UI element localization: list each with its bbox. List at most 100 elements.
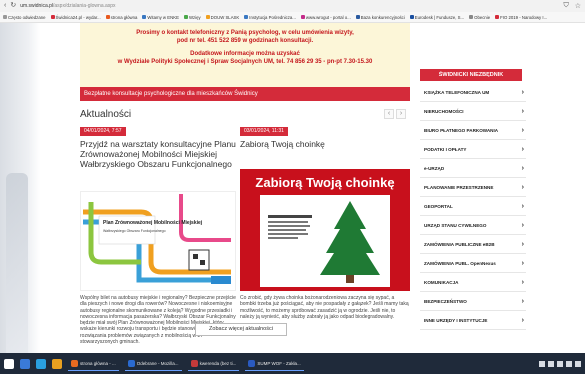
article-title[interactable]: Przyjdź na warsztaty konsultacyjne Planu…: [80, 139, 236, 169]
bookmark-label: Obecnie: [474, 14, 491, 20]
sidebar-item[interactable]: KSIĄŻKA TELEFONICZNA UM ›: [420, 83, 526, 102]
chevron-right-icon: ›: [521, 88, 524, 96]
sidebar-item-label: BEZPIECZEŃSTWO: [424, 298, 467, 304]
more-news-button[interactable]: Zobacz więcej aktualności: [195, 323, 287, 336]
page: Prosimy o kontakt telefoniczny z Panią p…: [0, 23, 585, 353]
sidebar-item-label: NIERUCHOMOŚCI: [424, 108, 464, 114]
tray-icon[interactable]: [539, 360, 545, 367]
bookmark-item[interactable]: Obecnie: [469, 15, 490, 20]
article-image[interactable]: Plan Zrównoważonej Mobilności Miejskiej …: [80, 191, 236, 291]
bookmark-item[interactable]: Witamy w ENKE: [142, 15, 179, 20]
taskbar-app-label: Odebrane - Mozilla...: [136, 360, 179, 366]
tray-icon[interactable]: [548, 360, 554, 367]
article-body: Co zrobić, gdy żywa choinka bożonarodzen…: [240, 295, 409, 320]
bookmark-item[interactable]: Wzięy: [183, 14, 201, 20]
bookmark-label: FIO 2019 - Narodowy I...: [500, 14, 548, 20]
app-icon: [190, 359, 198, 367]
bookmark-label: Świdnica24.pl - wydar...: [55, 14, 101, 20]
back-icon[interactable]: ‹: [4, 0, 6, 12]
chevron-right-icon: ›: [521, 259, 524, 267]
tray-icon[interactable]: [566, 360, 572, 367]
bookmark-item[interactable]: Instytucja Pośrednicza...: [244, 15, 296, 20]
chevron-right-icon: ›: [521, 202, 524, 210]
chevron-right-icon: ›: [521, 126, 524, 134]
bookmark-icon: [205, 15, 210, 19]
bookmark-label: Eurodesk | Fundusze, S...: [414, 14, 465, 20]
sidebar-item-label: KOMUNIKACJA: [424, 279, 459, 285]
sidebar-item[interactable]: INNE URZĘDY I INSTYTUCJE ›: [420, 311, 526, 330]
star-icon[interactable]: ☆: [575, 2, 581, 10]
bookmark-icon: [495, 15, 500, 19]
bookmark-item[interactable]: FIO 2019 - Narodowy I...: [495, 15, 547, 20]
explorer-icon[interactable]: [20, 358, 30, 369]
consultation-banner[interactable]: Bezpłatne konsultacje psychologiczne dla…: [80, 87, 410, 101]
article-title[interactable]: Zabiorą Twoją choinkę: [240, 139, 410, 149]
taskbar-app-label: SUMP WOF - Zakła...: [257, 360, 301, 366]
chevron-right-icon: ›: [521, 145, 524, 153]
sidebar-item[interactable]: ZAMÓWIENIA PUBL. OpenNexus ›: [420, 254, 526, 273]
bookmark-label: strona główna: [110, 14, 138, 20]
bookmark-item[interactable]: DOUW SLASK: [205, 14, 240, 20]
sidebar-list: KSIĄŻKA TELEFONICZNA UM › NIERUCHOMOŚCI › BI…: [420, 83, 526, 330]
app-icon: [127, 359, 135, 367]
bookmark-label: Wzięy: [188, 14, 201, 20]
tray-icon[interactable]: [557, 360, 563, 367]
sidebar-item-label: PLANOWANIE PRZESTRZENNE: [424, 184, 494, 190]
sidebar-item[interactable]: KOMUNIKACJA ›: [420, 273, 526, 292]
sidebar-item[interactable]: NIERUCHOMOŚCI ›: [420, 102, 526, 121]
start-icon[interactable]: [4, 358, 14, 369]
bookmark-item[interactable]: Często odwiedzane: [3, 15, 46, 20]
bookmark-label: Często odwiedzane: [8, 14, 46, 20]
taskbar-app[interactable]: SUMP WOF - Zakła...: [245, 356, 304, 371]
image-subtitle: Wałbrzyskiego Obszaru Funkcjonalnego: [103, 229, 166, 233]
shield-icon[interactable]: ⛉: [563, 2, 568, 10]
taskbar-app[interactable]: strona główna - ...: [68, 356, 119, 371]
bookmark-label: Baza konkurencyjności: [360, 14, 405, 20]
bookmark-icon: [142, 15, 147, 19]
url-field[interactable]: um.swidnica.pl/aspx/dzialania-glowna.asp…: [20, 3, 559, 9]
bookmark-label: www.wrogut - portal o...: [305, 14, 351, 20]
sidebar-item[interactable]: PLANOWANIE PRZESTRZENNE ›: [420, 178, 526, 197]
sidebar-item[interactable]: BEZPIECZEŃSTWO ›: [420, 292, 526, 311]
bookmark-icon: [469, 15, 474, 19]
prev-button[interactable]: ‹: [384, 109, 394, 119]
folder-icon[interactable]: [52, 358, 62, 369]
sidebar-item[interactable]: URZĄD STANU CYWILNEGO ›: [420, 216, 526, 235]
christmas-tree-graphic: Zabiorą Twoją choinkę: [240, 169, 410, 291]
bookmark-item[interactable]: strona główna: [105, 14, 138, 20]
chevron-right-icon: ›: [521, 297, 524, 305]
notice-box: Prosimy o kontakt telefoniczny z Panią p…: [80, 23, 410, 87]
chevron-right-icon: ›: [521, 278, 524, 286]
url-host: um.swidnica.pl: [20, 3, 54, 9]
browser-icon[interactable]: [36, 358, 46, 369]
bookmark-item[interactable]: Baza konkurencyjności: [355, 14, 405, 20]
bookmark-label: DOUW SLASK: [210, 14, 240, 20]
sidebar-item[interactable]: PODATKI I OPŁATY ›: [420, 140, 526, 159]
sidebar-item[interactable]: BIURO PŁATNEGO PARKOWANIA ›: [420, 121, 526, 140]
screen: ‹ ↻ um.swidnica.pl/aspx/dzialania-glowna…: [0, 0, 585, 374]
bookmark-icon: [3, 15, 7, 19]
chevron-right-icon: ›: [521, 183, 524, 191]
bookmark-item[interactable]: Eurodesk | Fundusze, S...: [409, 14, 465, 20]
image-title: Zabiorą Twoją choinkę: [255, 175, 394, 190]
taskbar-app[interactable]: Odebrane - Mozilla...: [124, 356, 182, 371]
url-path: /aspx/dzialania-glowna.aspx: [53, 3, 116, 9]
taskbar-app[interactable]: kwerenda (bez ti...: [187, 356, 240, 371]
taskbar-app-label: kwerenda (bez ti...: [199, 360, 237, 366]
bookmark-item[interactable]: www.wrogut - portal o...: [300, 14, 351, 20]
chevron-right-icon: ›: [521, 221, 524, 229]
sidebar-item[interactable]: e-URZĄD ›: [420, 159, 526, 178]
article-image[interactable]: Zabiorą Twoją choinkę: [240, 169, 410, 291]
sidebar-item[interactable]: GEOPORTAL ›: [420, 197, 526, 216]
news-heading: Aktualności: [80, 109, 132, 120]
tray-icon[interactable]: [575, 360, 581, 367]
bookmark-label: Witamy w ENKE: [147, 14, 179, 20]
next-button[interactable]: ›: [396, 109, 406, 119]
sidebar-item[interactable]: ZAMÓWIENIA PUBLICZNE eB2B ›: [420, 235, 526, 254]
reload-icon[interactable]: ↻: [10, 0, 16, 12]
notice-line: Dodatkowe informacje można uzyskać: [190, 51, 300, 57]
sidebar-item-label: INNE URZĘDY I INSTYTUCJE: [424, 317, 488, 323]
bookmark-item[interactable]: Świdnica24.pl - wydar...: [50, 14, 101, 20]
address-bar: ‹ ↻ um.swidnica.pl/aspx/dzialania-glowna…: [0, 0, 585, 12]
bookmarks-bar: Często odwiedzane Świdnica24.pl - wydar..…: [0, 12, 585, 23]
